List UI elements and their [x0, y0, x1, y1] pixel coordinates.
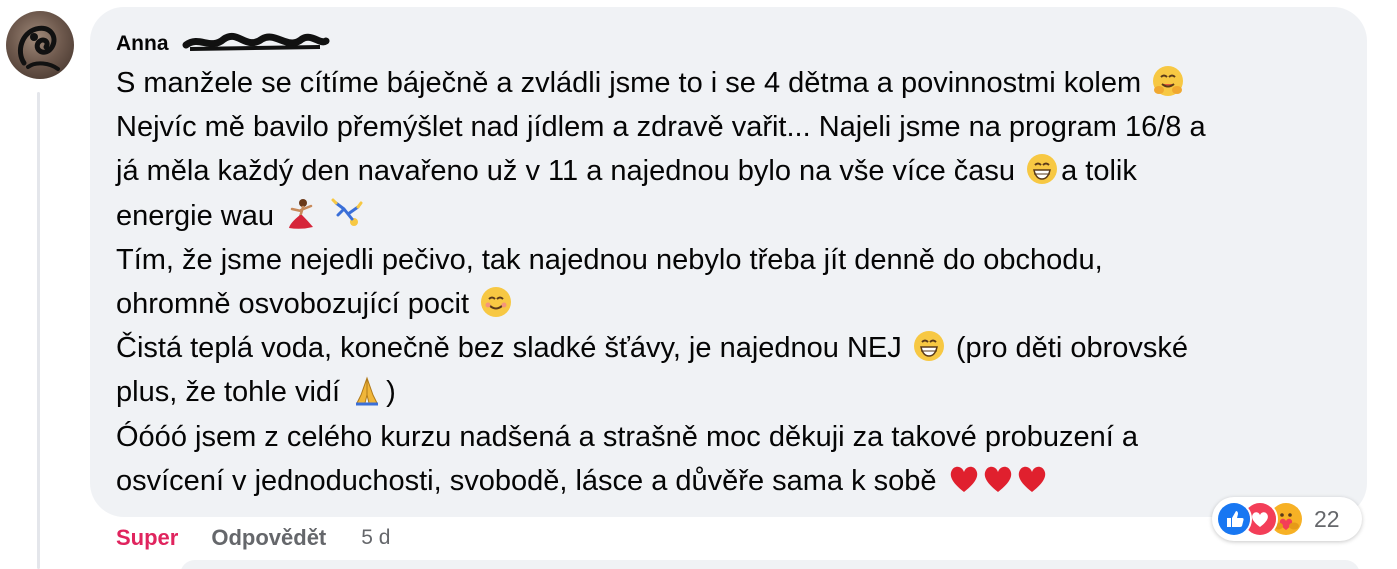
like-reaction-icon	[1216, 501, 1252, 537]
hugging-face-icon	[1151, 64, 1185, 98]
comment-line: S manžele se cítíme báječně a zvládli js…	[116, 61, 1356, 105]
author-name[interactable]: Anna	[116, 31, 169, 57]
cartwheel-icon	[330, 197, 364, 231]
comment-actions: Super Odpovědět 5 d	[116, 524, 390, 552]
reply-button[interactable]: Odpovědět	[211, 524, 326, 552]
comment-line: Nejvíc mě bavilo přemýšlet nad jídlem a …	[116, 111, 1206, 144]
comment-text: S manžele se cítíme báječně a zvládli js…	[116, 61, 1356, 503]
comment-line: já měla každý den navařeno už v 11 a naj…	[116, 149, 1356, 193]
comment-line: Čistá teplá voda, konečně bez sladké šťá…	[116, 326, 1356, 370]
red-heart-icon	[981, 462, 1015, 496]
dancer-icon	[284, 197, 318, 231]
reactions-summary[interactable]: 22	[1212, 497, 1362, 541]
comment-line: Tím, že jsme nejedli pečivo, tak najedno…	[116, 243, 1103, 276]
next-comment-bubble	[180, 560, 1360, 569]
redacted-surname-scribble	[182, 32, 330, 51]
red-heart-icon	[947, 462, 981, 496]
super-reaction-button[interactable]: Super	[116, 524, 178, 552]
comment-line: ohromně osvobozující pocit	[116, 282, 1356, 326]
comment-timestamp[interactable]: 5 d	[361, 524, 390, 552]
avatar[interactable]	[6, 11, 74, 79]
folded-hands-icon	[350, 373, 384, 407]
comment-line: plus, že tohle vidí )	[116, 370, 1356, 414]
red-heart-icon	[1015, 462, 1049, 496]
comment-line: Óóóó jsem z celého kurzu nadšená a straš…	[116, 420, 1139, 453]
thread-line	[37, 92, 40, 569]
reaction-count: 22	[1314, 505, 1340, 532]
smiling-face-icon	[479, 285, 513, 319]
comment-line: energie wau	[116, 194, 1356, 238]
comment-line: osvícení v jednoduchosti, svobodě, lásce…	[116, 459, 1356, 503]
grinning-face-icon	[1025, 152, 1059, 186]
grinning-face-icon	[912, 329, 946, 363]
